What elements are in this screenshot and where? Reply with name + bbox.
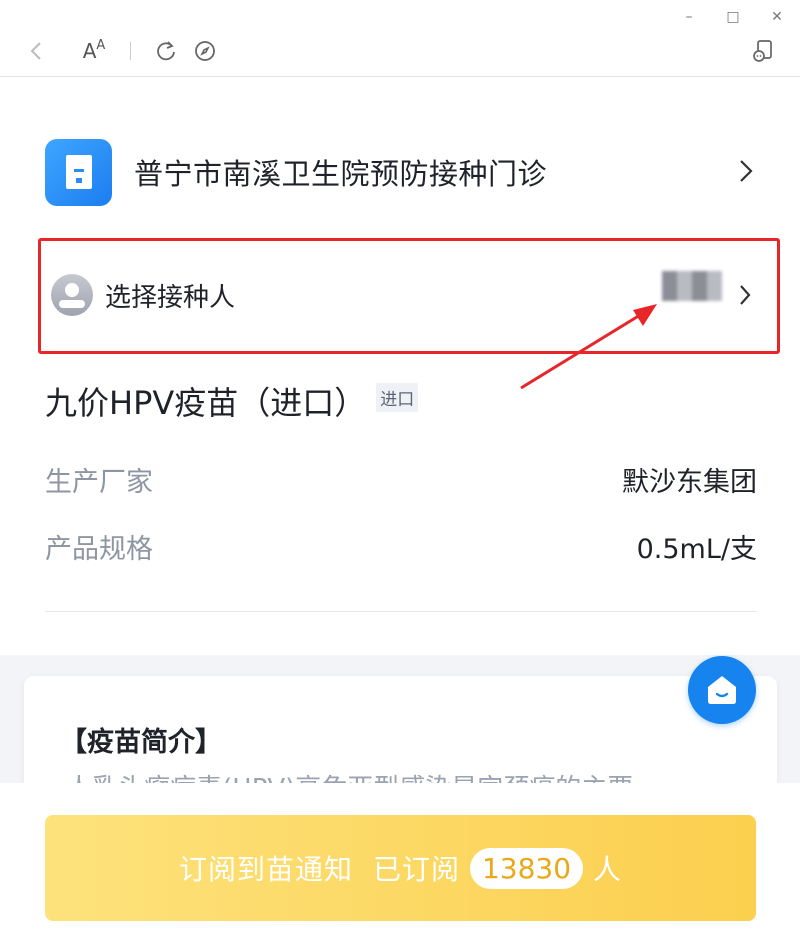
clinic-building-icon [45,138,112,206]
maximize-button[interactable]: □ [724,8,742,26]
blurred-recipient-name [662,271,722,301]
spec-row-manufacturer: 生产厂家 默沙东集团 [45,460,757,499]
subscribe-label: 订阅到苗通知 [178,853,353,886]
subscribe-notification-button[interactable]: 订阅到苗通知 已订阅 13830 人 [45,815,756,921]
subscriber-count-badge: 13830 [469,847,584,889]
spec-row-specification: 产品规格 0.5mL/支 [45,527,757,566]
avatar-icon [51,274,93,316]
toolbar-border [0,76,800,77]
subscribed-prefix: 已订阅 [372,853,460,886]
vaccine-title: 九价HPV疫苗（进口） 进口 [45,378,419,424]
mini-program-icon[interactable] [750,28,776,74]
annotation-arrow-icon [520,304,657,390]
vaccine-name: 九价HPV疫苗（进口） [45,384,367,422]
spec-label: 生产厂家 [45,467,153,498]
toolbar: AA [0,28,800,74]
chevron-right-icon [739,284,751,310]
compass-icon[interactable] [193,28,217,74]
clinic-name: 普宁市南溪卫生院预防接种门诊 [134,157,548,191]
intro-title: 【疫苗简介】 [60,727,222,758]
spec-value: 默沙东集团 [622,467,757,498]
minimize-button[interactable]: – [680,8,698,26]
window-controls: – □ ✕ [680,8,786,26]
recipient-highlight-box: 选择接种人 [38,238,780,354]
spec-label: 产品规格 [45,534,153,565]
subscribe-suffix: 人 [593,853,623,886]
select-recipient-label: 选择接种人 [105,282,236,313]
customer-service-button[interactable] [688,656,756,724]
import-tag: 进口 [376,382,419,412]
vaccine-intro-card: 【疫苗简介】 人乳头瘤病毒(HPV)高危亚型感染是宫颈癌的主要 [24,676,777,796]
chevron-right-icon [739,158,753,188]
close-button[interactable]: ✕ [768,8,786,26]
refresh-icon[interactable] [154,28,178,74]
back-icon[interactable] [24,28,48,74]
clinic-row[interactable]: 普宁市南溪卫生院预防接种门诊 [45,138,757,206]
toolbar-divider [128,28,132,74]
select-recipient-row[interactable]: 选择接种人 [41,241,777,349]
divider [45,611,757,612]
home-chat-icon [708,676,736,704]
spec-value: 0.5mL/支 [636,534,757,565]
font-size-icon[interactable]: AA [82,28,106,74]
